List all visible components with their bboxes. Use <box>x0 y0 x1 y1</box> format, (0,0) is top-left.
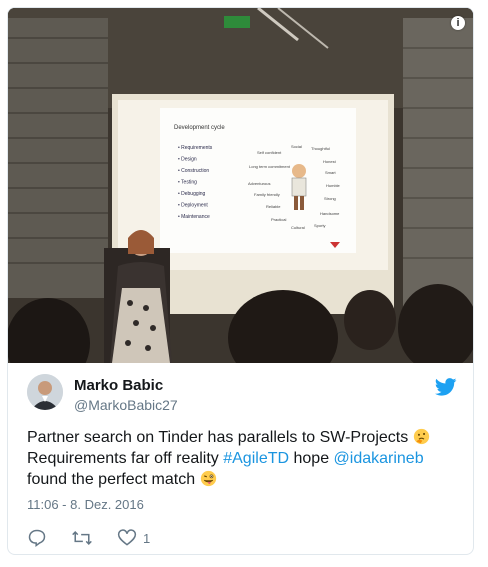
slide-item: • Testing <box>178 180 197 186</box>
slide-trait: Adventurous <box>248 181 270 186</box>
timestamp[interactable]: 11:06 - 8. Dez. 2016 <box>27 497 144 512</box>
slide-trait: Practical <box>271 217 286 222</box>
slide-title: Development cycle <box>174 125 225 131</box>
info-icon[interactable]: i <box>451 16 465 30</box>
slide-trait: Handsome <box>320 211 340 216</box>
slide-trait: Thoughtful <box>311 146 330 151</box>
slide-item: • Deployment <box>178 203 208 209</box>
slide-trait: Long term commitment <box>249 164 291 169</box>
hashtag-link[interactable]: #AgileTD <box>223 450 289 467</box>
tweet-text-part: hope <box>289 450 334 467</box>
heart-icon <box>117 529 137 546</box>
slide-trait: Humble <box>326 183 341 188</box>
tweet-text-part: found the perfect match <box>27 471 200 488</box>
slide-trait: Sporty <box>314 223 326 228</box>
slide-trait: Reliable <box>266 204 281 209</box>
thinking-face-emoji <box>413 428 429 445</box>
like-count: 1 <box>143 530 151 546</box>
winking-tongue-emoji <box>200 470 216 487</box>
author-name[interactable]: Marko Babic <box>74 377 163 394</box>
retweet-icon <box>72 530 92 546</box>
conference-photo: Development cycle • Requirements • Design… <box>8 8 473 363</box>
avatar[interactable] <box>27 374 63 410</box>
reply-icon <box>28 529 46 547</box>
slide-trait: Self confident <box>257 150 282 155</box>
slide-trait: Cultural <box>291 225 305 230</box>
slide-item: • Maintenance <box>178 214 210 220</box>
twitter-bird-icon[interactable] <box>435 378 457 396</box>
tweet-card: Development cycle • Requirements • Design… <box>7 7 474 555</box>
slide-item: • Requirements <box>178 145 213 151</box>
slide-trait: Social <box>291 144 302 149</box>
author-handle[interactable]: @MarkoBabic27 <box>74 397 178 413</box>
slide-item: • Construction <box>178 168 209 174</box>
reply-button[interactable] <box>27 526 47 550</box>
slide-trait: Smart <box>325 170 337 175</box>
mention-link[interactable]: @idakarineb <box>334 450 424 467</box>
tweet-text: Partner search on Tinder has parallels t… <box>27 427 457 490</box>
tweet-text-part: Partner search on Tinder has parallels t… <box>27 429 413 446</box>
tweet-photo[interactable]: Development cycle • Requirements • Design… <box>8 8 473 363</box>
tweet-actions: 1 <box>27 526 327 550</box>
retweet-button[interactable] <box>71 526 93 550</box>
slide-item: • Debugging <box>178 191 206 197</box>
tweet-header: Marko Babic @MarkoBabic27 <box>27 374 457 418</box>
slide-trait: Honest <box>323 159 337 164</box>
slide-trait: Strong <box>324 196 336 201</box>
tweet-text-part: Requirements far off reality <box>27 450 224 467</box>
slide-item: • Design <box>178 157 197 163</box>
slide-trait: Family friendly <box>254 192 280 197</box>
like-button[interactable]: 1 <box>117 526 150 550</box>
